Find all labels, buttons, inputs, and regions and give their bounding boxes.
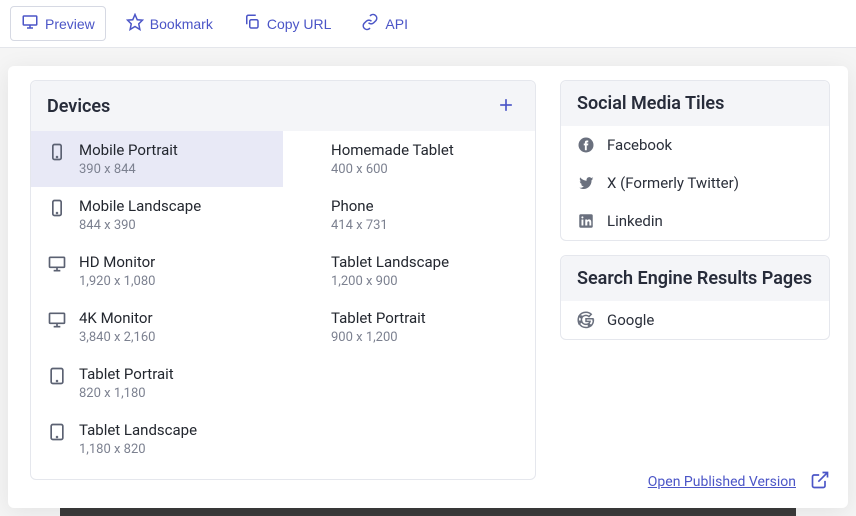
monitor-icon	[47, 310, 67, 330]
serp-header: Search Engine Results Pages	[561, 256, 829, 301]
mobile-icon	[47, 142, 67, 162]
social-item[interactable]: X (Formerly Twitter)	[561, 164, 829, 202]
device-dimensions: 3,840 x 2,160	[79, 330, 155, 345]
devices-list-col-0: Mobile Portrait 390 x 844 Mobile Landscape…	[31, 131, 283, 467]
device-dimensions: 844 x 390	[79, 218, 201, 233]
device-item[interactable]: Mobile Portrait 390 x 844	[31, 131, 283, 187]
serp-body: Google	[561, 301, 829, 339]
top-toolbar: Preview Bookmark Copy URL API	[0, 0, 856, 48]
linkedin-icon	[577, 212, 595, 230]
device-name: Phone	[331, 197, 388, 215]
copy-url-label: Copy URL	[267, 16, 332, 32]
social-body: Facebook X (Formerly Twitter) Linkedin	[561, 126, 829, 240]
device-dimensions: 400 x 600	[331, 162, 454, 177]
social-title: Social Media Tiles	[577, 93, 724, 114]
devices-title: Devices	[47, 96, 110, 117]
serp-item[interactable]: Google	[561, 301, 829, 339]
monitor-icon	[47, 254, 67, 274]
google-icon	[577, 311, 595, 329]
device-item[interactable]: Homemade Tablet 400 x 600	[283, 131, 535, 187]
external-link-icon[interactable]	[810, 470, 830, 494]
device-item[interactable]: Tablet Portrait 820 x 1,180	[31, 355, 283, 411]
facebook-icon	[577, 136, 595, 154]
device-dimensions: 1,200 x 900	[331, 274, 449, 289]
monitor-icon	[21, 13, 39, 34]
social-item-label: X (Formerly Twitter)	[607, 174, 739, 192]
device-name: Tablet Landscape	[79, 421, 197, 439]
device-item[interactable]: 4K Monitor 3,840 x 2,160	[31, 299, 283, 355]
device-item[interactable]: Tablet Landscape 1,180 x 820	[31, 411, 283, 467]
device-name: Tablet Portrait	[79, 365, 174, 383]
device-item[interactable]: Tablet Landscape 1,200 x 900	[283, 243, 535, 299]
mobile-icon	[47, 198, 67, 218]
devices-body: Mobile Portrait 390 x 844 Mobile Landscape…	[31, 131, 535, 467]
devices-header: Devices	[31, 81, 535, 131]
bookmark-button[interactable]: Bookmark	[116, 7, 223, 40]
copy-icon	[243, 13, 261, 34]
devices-list-col-1: Homemade Tablet 400 x 600 Phone 414 x 731 Ta…	[283, 131, 535, 467]
preview-button[interactable]: Preview	[10, 6, 106, 41]
device-dimensions: 390 x 844	[79, 162, 178, 177]
device-item[interactable]: Mobile Landscape 844 x 390	[31, 187, 283, 243]
footer: Open Published Version	[560, 470, 830, 494]
star-icon	[126, 13, 144, 34]
api-label: API	[385, 16, 408, 32]
social-header: Social Media Tiles	[561, 81, 829, 126]
device-name: Tablet Landscape	[331, 253, 449, 271]
device-name: Mobile Landscape	[79, 197, 201, 215]
right-column: Social Media Tiles Facebook X (Formerly T…	[560, 80, 830, 494]
tablet-icon	[47, 422, 67, 442]
social-item-label: Facebook	[607, 136, 672, 154]
preview-label: Preview	[45, 16, 95, 32]
device-item[interactable]: HD Monitor 1,920 x 1,080	[31, 243, 283, 299]
tablet-icon	[47, 366, 67, 386]
device-item[interactable]: Phone 414 x 731	[283, 187, 535, 243]
device-name: HD Monitor	[79, 253, 155, 271]
serp-title: Search Engine Results Pages	[577, 268, 812, 289]
device-dimensions: 900 x 1,200	[331, 330, 426, 345]
link-icon	[361, 13, 379, 34]
social-item[interactable]: Facebook	[561, 126, 829, 164]
device-name: Homemade Tablet	[331, 141, 454, 159]
open-published-link[interactable]: Open Published Version	[648, 474, 796, 490]
add-device-button[interactable]	[493, 93, 519, 119]
device-name: Tablet Portrait	[331, 309, 426, 327]
social-card: Social Media Tiles Facebook X (Formerly T…	[560, 80, 830, 241]
plus-icon	[496, 95, 516, 118]
serp-item-label: Google	[607, 311, 654, 329]
bookmark-label: Bookmark	[150, 16, 213, 32]
twitter-icon	[577, 174, 595, 192]
device-name: 4K Monitor	[79, 309, 155, 327]
devices-card: Devices Mobile Portrait 390 x 844 Mobile L…	[30, 80, 536, 480]
dropdown-panel: Devices Mobile Portrait 390 x 844 Mobile L…	[8, 66, 848, 508]
device-dimensions: 1,180 x 820	[79, 442, 197, 457]
social-item-label: Linkedin	[607, 212, 663, 230]
device-dimensions: 1,920 x 1,080	[79, 274, 155, 289]
device-item[interactable]: Tablet Portrait 900 x 1,200	[283, 299, 535, 355]
device-name: Mobile Portrait	[79, 141, 178, 159]
device-dimensions: 414 x 731	[331, 218, 388, 233]
serp-card: Search Engine Results Pages Google	[560, 255, 830, 340]
social-item[interactable]: Linkedin	[561, 202, 829, 240]
devices-column: Devices Mobile Portrait 390 x 844 Mobile L…	[30, 80, 536, 494]
copy-url-button[interactable]: Copy URL	[233, 7, 342, 40]
device-dimensions: 820 x 1,180	[79, 386, 174, 401]
api-button[interactable]: API	[351, 7, 418, 40]
